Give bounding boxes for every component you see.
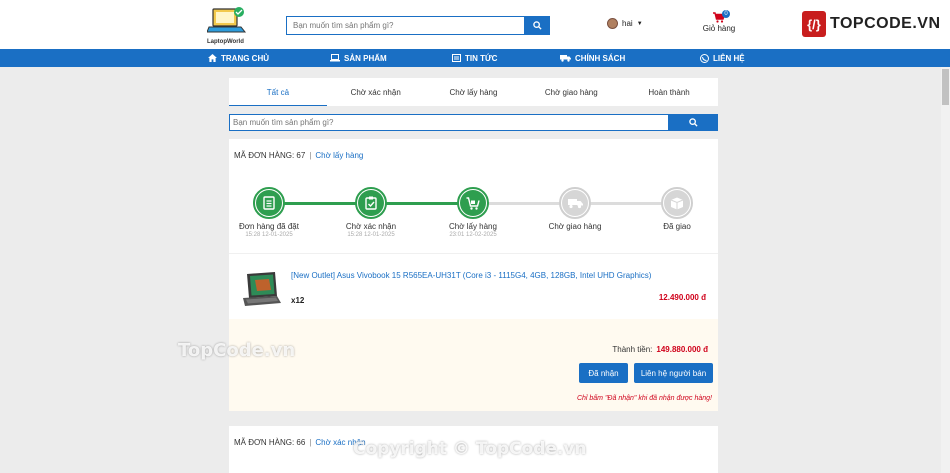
clipboard-check-icon [365,196,377,210]
truck-icon [560,55,571,62]
main-nav: TRANG CHỦ SẢN PHẨM TIN TỨC CHÍNH SÁCH LI… [0,49,950,67]
step-label: Đã giao [663,222,691,231]
nav-item-news[interactable]: TIN TỨC [452,49,560,67]
brand-logo: {/} TOPCODE.VN [802,11,941,37]
order-progress-tracker: Đơn hàng đã đặt 15:28 12-01-2025 Chờ xác… [229,183,718,243]
header-search-button[interactable] [524,16,550,35]
step-delivered: Đã giao [637,187,717,231]
cart-label: Giỏ hàng [702,24,736,33]
total-label: Thành tiền: [612,345,653,354]
order-total: Thành tiền: 149.880.000 đ [612,345,708,354]
nav-item-policy[interactable]: CHÍNH SÁCH [560,49,700,67]
page-scrollbar[interactable] [941,67,950,473]
received-note: Chỉ bấm "Đã nhận" khi đã nhận được hàng! [576,395,712,402]
divider [229,253,718,254]
order-header: MÃ ĐƠN HÀNG: 67 | Chờ lấy hàng [234,151,363,160]
logo-text: LaptopWorld [207,39,244,45]
order-status: Chờ lấy hàng [315,151,364,160]
cart-count-badge: 0 [722,10,730,18]
user-name: hai [622,19,633,28]
order-footer: Thành tiền: 149.880.000 đ Đã nhận Liên hệ… [229,319,718,411]
watermark: Copyright © TopCode.vn [353,439,587,459]
box-icon [670,197,684,209]
step-pending-delivery: Chờ giao hàng [535,187,615,231]
order-search-input[interactable] [229,114,668,131]
site-logo[interactable]: LaptopWorld [206,5,247,47]
laptop-logo-icon [206,7,247,33]
receipt-icon [263,196,275,210]
scrollbar-thumb[interactable] [942,69,949,105]
separator: | [309,151,312,160]
tab-pending-delivery[interactable]: Chờ giao hàng [522,78,620,106]
laptop-icon [330,54,340,62]
tab-all[interactable]: Tất cả [229,78,327,106]
step-label: Chờ xác nhận [345,222,397,231]
user-menu[interactable]: hai ▼ [607,18,643,29]
order-search [229,114,718,131]
order-card: MÃ ĐƠN HÀNG: 67 | Chờ lấy hàng Đơn hàng đã… [229,139,718,411]
tab-pending-confirm[interactable]: Chờ xác nhận [327,78,425,106]
step-order-placed: Đơn hàng đã đặt 15:28 12-01-2025 [229,187,309,238]
received-button[interactable]: Đã nhận [579,363,628,383]
nav-item-home[interactable]: TRANG CHỦ [208,49,330,67]
header-search [286,16,550,35]
truck-icon [567,198,583,208]
cart-button[interactable]: 0 Giỏ hàng [700,10,738,33]
step-label: Đơn hàng đã đặt [239,222,299,231]
tab-completed[interactable]: Hoàn thành [620,78,718,106]
product-name-link[interactable]: [New Outlet] Asus Vivobook 15 R565EA-UH3… [291,271,651,280]
product-image[interactable] [241,270,283,310]
laptop-product-image [243,272,281,306]
order-status-tabs: Tất cả Chờ xác nhận Chờ lấy hàng Chờ gia… [229,78,718,106]
order-search-button[interactable] [668,114,718,131]
step-label: Chờ lấy hàng [449,222,497,231]
avatar [607,18,618,29]
contact-seller-button[interactable]: Liên hệ người bán [634,363,713,383]
product-quantity: x12 [291,296,305,305]
news-icon [452,54,461,62]
product-price: 12.490.000 đ [658,293,706,302]
step-time: 15:28 12-01-2025 [245,232,293,238]
step-time: 23:01 12-02-2025 [449,232,497,238]
order-header: MÃ ĐƠN HÀNG: 66 | Chờ xác nhận [234,438,366,447]
brand-text: TOPCODE.VN [830,15,941,32]
home-icon [208,54,217,62]
step-label: Chờ giao hàng [548,222,602,231]
watermark: TopCode.vn [178,340,296,361]
step-pending-pickup: Chờ lấy hàng 23:01 12-02-2025 [433,187,513,238]
caret-down-icon: ▼ [636,20,643,27]
contact-icon [700,53,709,63]
search-icon [688,118,698,127]
order-code: MÃ ĐƠN HÀNG: 66 [234,438,306,447]
search-icon [532,21,542,30]
tab-pending-pickup[interactable]: Chờ lấy hàng [425,78,523,106]
separator: | [309,438,312,447]
nav-item-contact[interactable]: LIÊN HỆ [700,49,800,67]
step-time: 15:28 12-01-2025 [347,232,395,238]
total-value: 149.880.000 đ [656,345,708,354]
header-search-input[interactable] [286,16,524,35]
nav-item-products[interactable]: SẢN PHẨM [330,49,452,67]
step-pending-confirm: Chờ xác nhận 15:28 12-01-2025 [331,187,411,238]
cart-icon [466,196,480,210]
order-code: MÃ ĐƠN HÀNG: 67 [234,151,306,160]
brand-mark-icon: {/} [802,11,826,37]
top-header: LaptopWorld hai ▼ 0 Giỏ hàng {/} TOPCODE… [0,0,950,49]
